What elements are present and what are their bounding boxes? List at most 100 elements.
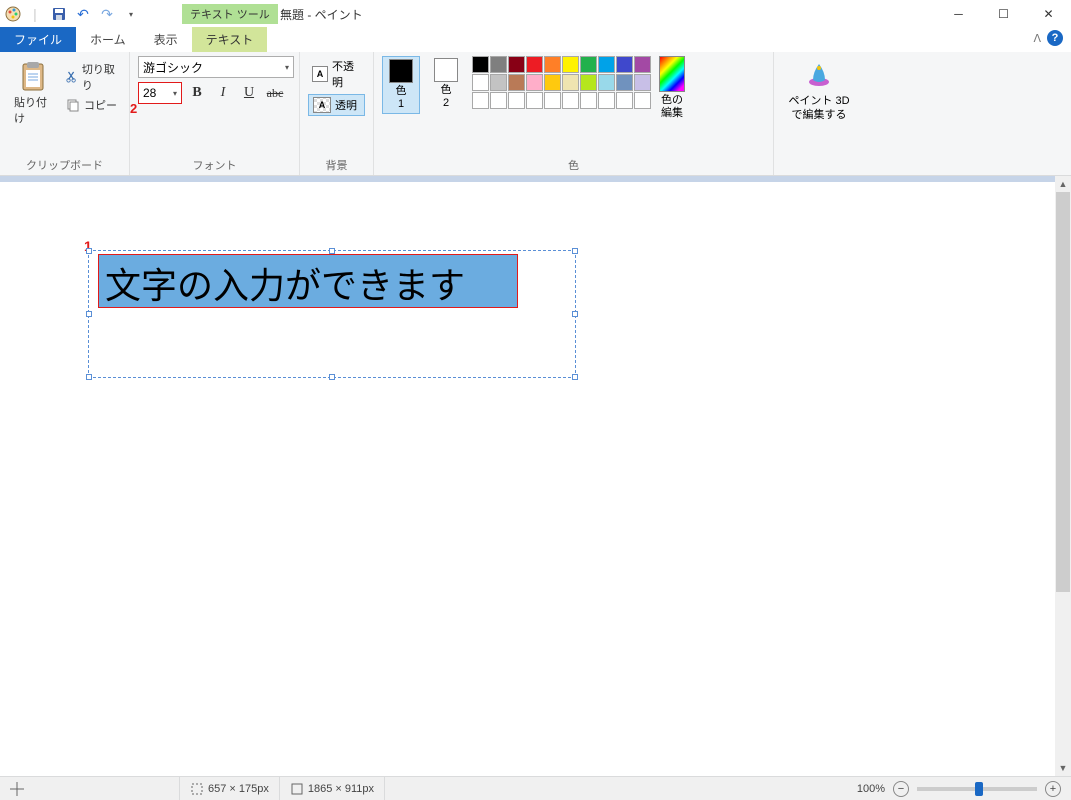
font-size-selector[interactable]: 28 ▾ <box>138 82 182 104</box>
qat-customize-icon[interactable]: ▾ <box>120 3 142 25</box>
color1-swatch <box>389 59 413 83</box>
resize-handle[interactable] <box>86 311 92 317</box>
tab-text[interactable]: テキスト <box>192 27 268 52</box>
paint3d-button[interactable]: ペイント 3Dで編集する <box>784 56 853 127</box>
opaque-button[interactable]: A 不透明 <box>308 56 365 92</box>
undo-icon[interactable]: ↶ <box>72 3 94 25</box>
resize-handle[interactable] <box>86 248 92 254</box>
color-swatch[interactable] <box>562 56 579 73</box>
resize-handle[interactable] <box>86 374 92 380</box>
paste-button[interactable]: 貼り付け <box>8 56 58 130</box>
font-group-label: フォント <box>138 153 291 173</box>
scroll-down-icon[interactable]: ▼ <box>1055 760 1071 776</box>
color-swatch[interactable] <box>580 74 597 91</box>
color-swatch[interactable] <box>508 56 525 73</box>
strikethrough-button[interactable]: abc <box>264 82 286 104</box>
resize-handle[interactable] <box>572 248 578 254</box>
zoom-in-button[interactable]: + <box>1045 781 1061 797</box>
underline-button[interactable]: U <box>238 82 260 104</box>
color-swatch[interactable] <box>472 74 489 91</box>
color-swatch[interactable] <box>616 56 633 73</box>
edit-colors-button[interactable]: 色の編集 <box>659 56 685 120</box>
vertical-scrollbar[interactable]: ▲ ▼ <box>1055 176 1071 776</box>
window-title: 無題 - ペイント <box>280 6 363 23</box>
crosshair-icon <box>10 782 24 796</box>
color-swatch[interactable] <box>526 74 543 91</box>
transparent-button[interactable]: A 透明 <box>308 94 365 116</box>
color-swatch[interactable] <box>490 74 507 91</box>
color-swatch[interactable] <box>580 92 597 109</box>
color1-label: 色1 <box>396 85 407 111</box>
color-swatch[interactable] <box>634 92 651 109</box>
text-input-content[interactable]: 文字の入力ができます <box>99 255 517 307</box>
tab-view[interactable]: 表示 <box>140 27 192 52</box>
group-background: A 不透明 A 透明 背景 <box>300 52 374 175</box>
color-swatch[interactable] <box>508 74 525 91</box>
color-swatch[interactable] <box>616 74 633 91</box>
ribbon: 貼り付け 切り取り コピー クリップボード 2 游ゴシック ▾ <box>0 52 1071 176</box>
zoom-slider[interactable] <box>917 787 1037 791</box>
maximize-button[interactable]: ☐ <box>981 0 1026 28</box>
color2-button[interactable]: 色2 <box>428 56 464 112</box>
color-swatch[interactable] <box>508 92 525 109</box>
minimize-button[interactable]: ─ <box>936 0 981 28</box>
clipboard-group-label: クリップボード <box>8 153 121 173</box>
canvas-area[interactable]: 1 文字の入力ができます <box>0 176 1055 776</box>
scroll-up-icon[interactable]: ▲ <box>1055 176 1071 192</box>
copy-button[interactable]: コピー <box>64 96 121 114</box>
resize-handle[interactable] <box>329 374 335 380</box>
transparent-label: 透明 <box>335 97 357 113</box>
color-swatch[interactable] <box>526 92 543 109</box>
color2-swatch <box>434 58 458 82</box>
color-swatch[interactable] <box>544 56 561 73</box>
color-swatch[interactable] <box>472 92 489 109</box>
redo-icon[interactable]: ↷ <box>96 3 118 25</box>
color-swatch[interactable] <box>490 92 507 109</box>
color-swatch[interactable] <box>580 56 597 73</box>
color-swatch[interactable] <box>616 92 633 109</box>
italic-button[interactable]: I <box>212 82 234 104</box>
color-swatch[interactable] <box>562 92 579 109</box>
qat-separator: | <box>24 3 46 25</box>
scrollbar-thumb[interactable] <box>1056 192 1070 592</box>
window-controls: ─ ☐ ✕ <box>936 0 1071 28</box>
resize-handle[interactable] <box>572 311 578 317</box>
close-button[interactable]: ✕ <box>1026 0 1071 28</box>
zoom-out-button[interactable]: − <box>893 781 909 797</box>
text-selection-highlight: 文字の入力ができます <box>98 254 518 308</box>
collapse-ribbon-icon[interactable]: ᐱ <box>1033 32 1041 45</box>
color-swatch[interactable] <box>544 92 561 109</box>
cut-button[interactable]: 切り取り <box>64 60 121 94</box>
color-swatch[interactable] <box>598 56 615 73</box>
font-size-value: 28 <box>143 86 156 100</box>
color-swatch[interactable] <box>544 74 561 91</box>
color-swatch[interactable] <box>526 56 543 73</box>
help-icon[interactable]: ? <box>1047 30 1063 46</box>
color-swatch[interactable] <box>472 56 489 73</box>
copy-label: コピー <box>84 97 117 113</box>
color-swatch[interactable] <box>490 56 507 73</box>
color1-button[interactable]: 色1 <box>382 56 420 114</box>
status-bar: 657 × 175px 1865 × 911px 100% − + <box>0 776 1071 800</box>
zoom-slider-thumb[interactable] <box>975 782 983 796</box>
bold-button[interactable]: B <box>186 82 208 104</box>
zoom-controls: 100% − + <box>857 781 1071 797</box>
font-family-value: 游ゴシック <box>143 59 203 76</box>
save-icon[interactable] <box>48 3 70 25</box>
color-swatch[interactable] <box>598 92 615 109</box>
contextual-tab-label: テキスト ツール <box>182 4 278 24</box>
color-swatch[interactable] <box>562 74 579 91</box>
color-swatch[interactable] <box>634 56 651 73</box>
color-swatch[interactable] <box>598 74 615 91</box>
status-canvas-size: 1865 × 911px <box>280 777 385 800</box>
selection-size-value: 657 × 175px <box>208 783 269 795</box>
zoom-value: 100% <box>857 783 885 795</box>
color-swatch[interactable] <box>634 74 651 91</box>
resize-handle[interactable] <box>572 374 578 380</box>
opaque-icon: A <box>312 66 328 82</box>
group-paint3d: ペイント 3Dで編集する <box>774 52 864 175</box>
tab-home[interactable]: ホーム <box>76 27 140 52</box>
paint-app-icon <box>4 5 22 23</box>
font-family-selector[interactable]: 游ゴシック ▾ <box>138 56 294 78</box>
tab-file[interactable]: ファイル <box>0 27 76 52</box>
